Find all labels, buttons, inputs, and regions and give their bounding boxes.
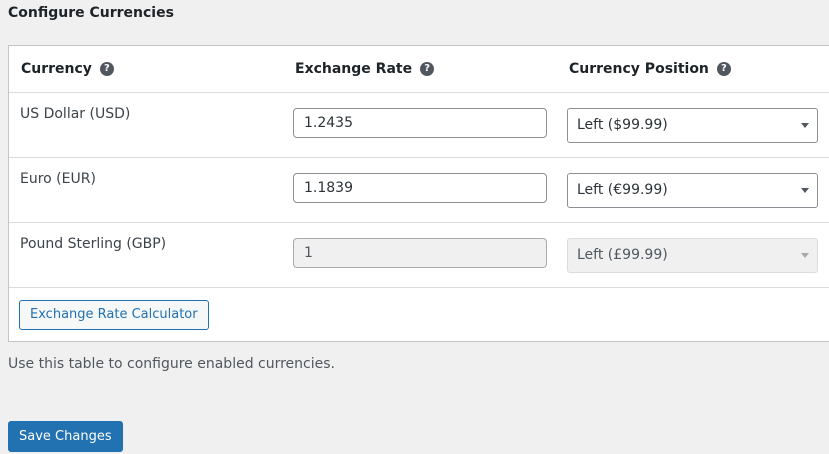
table-row: Euro (EUR) Left (€99.99) xyxy=(9,157,829,223)
currency-position-value: Left (£99.99) xyxy=(577,247,668,263)
currency-name: US Dollar (USD) xyxy=(20,106,131,122)
currency-position-value: Left (€99.99) xyxy=(577,182,668,198)
table-row: US Dollar (USD) Left ($99.99) xyxy=(9,92,829,158)
header-currency: Currency ? xyxy=(21,60,114,78)
currencies-table: Currency ? Exchange Rate ? Currency Posi… xyxy=(8,45,829,342)
question-circle-icon[interactable]: ? xyxy=(716,62,731,76)
save-changes-button[interactable]: Save Changes xyxy=(8,421,123,452)
header-exchange-rate-label: Exchange Rate xyxy=(295,61,413,77)
table-description: Use this table to configure enabled curr… xyxy=(8,356,335,372)
section-title: Configure Currencies xyxy=(8,5,174,21)
currency-name: Euro (EUR) xyxy=(20,171,96,187)
table-header-row: Currency ? Exchange Rate ? Currency Posi… xyxy=(9,46,829,93)
currency-name: Pound Sterling (GBP) xyxy=(20,236,167,252)
table-footer-row: Exchange Rate Calculator xyxy=(9,287,829,343)
currency-position-select[interactable]: Left ($99.99) xyxy=(567,108,818,143)
header-currency-position-label: Currency Position xyxy=(569,61,709,77)
exchange-rate-input[interactable] xyxy=(293,108,547,138)
chevron-down-icon xyxy=(801,253,809,258)
currency-position-select[interactable]: Left (€99.99) xyxy=(567,173,818,208)
question-circle-icon[interactable]: ? xyxy=(420,62,435,76)
header-currency-position: Currency Position ? xyxy=(569,60,731,78)
currency-position-value: Left ($99.99) xyxy=(577,117,668,133)
currency-position-select: Left (£99.99) xyxy=(567,238,818,273)
header-exchange-rate: Exchange Rate ? xyxy=(295,60,435,78)
exchange-rate-calculator-button[interactable]: Exchange Rate Calculator xyxy=(19,300,209,330)
chevron-down-icon xyxy=(801,188,809,193)
exchange-rate-input[interactable] xyxy=(293,173,547,203)
question-circle-icon[interactable]: ? xyxy=(99,62,114,76)
header-currency-label: Currency xyxy=(21,61,92,77)
chevron-down-icon xyxy=(801,123,809,128)
table-row: Pound Sterling (GBP) Left (£99.99) xyxy=(9,222,829,288)
exchange-rate-input xyxy=(293,238,547,268)
